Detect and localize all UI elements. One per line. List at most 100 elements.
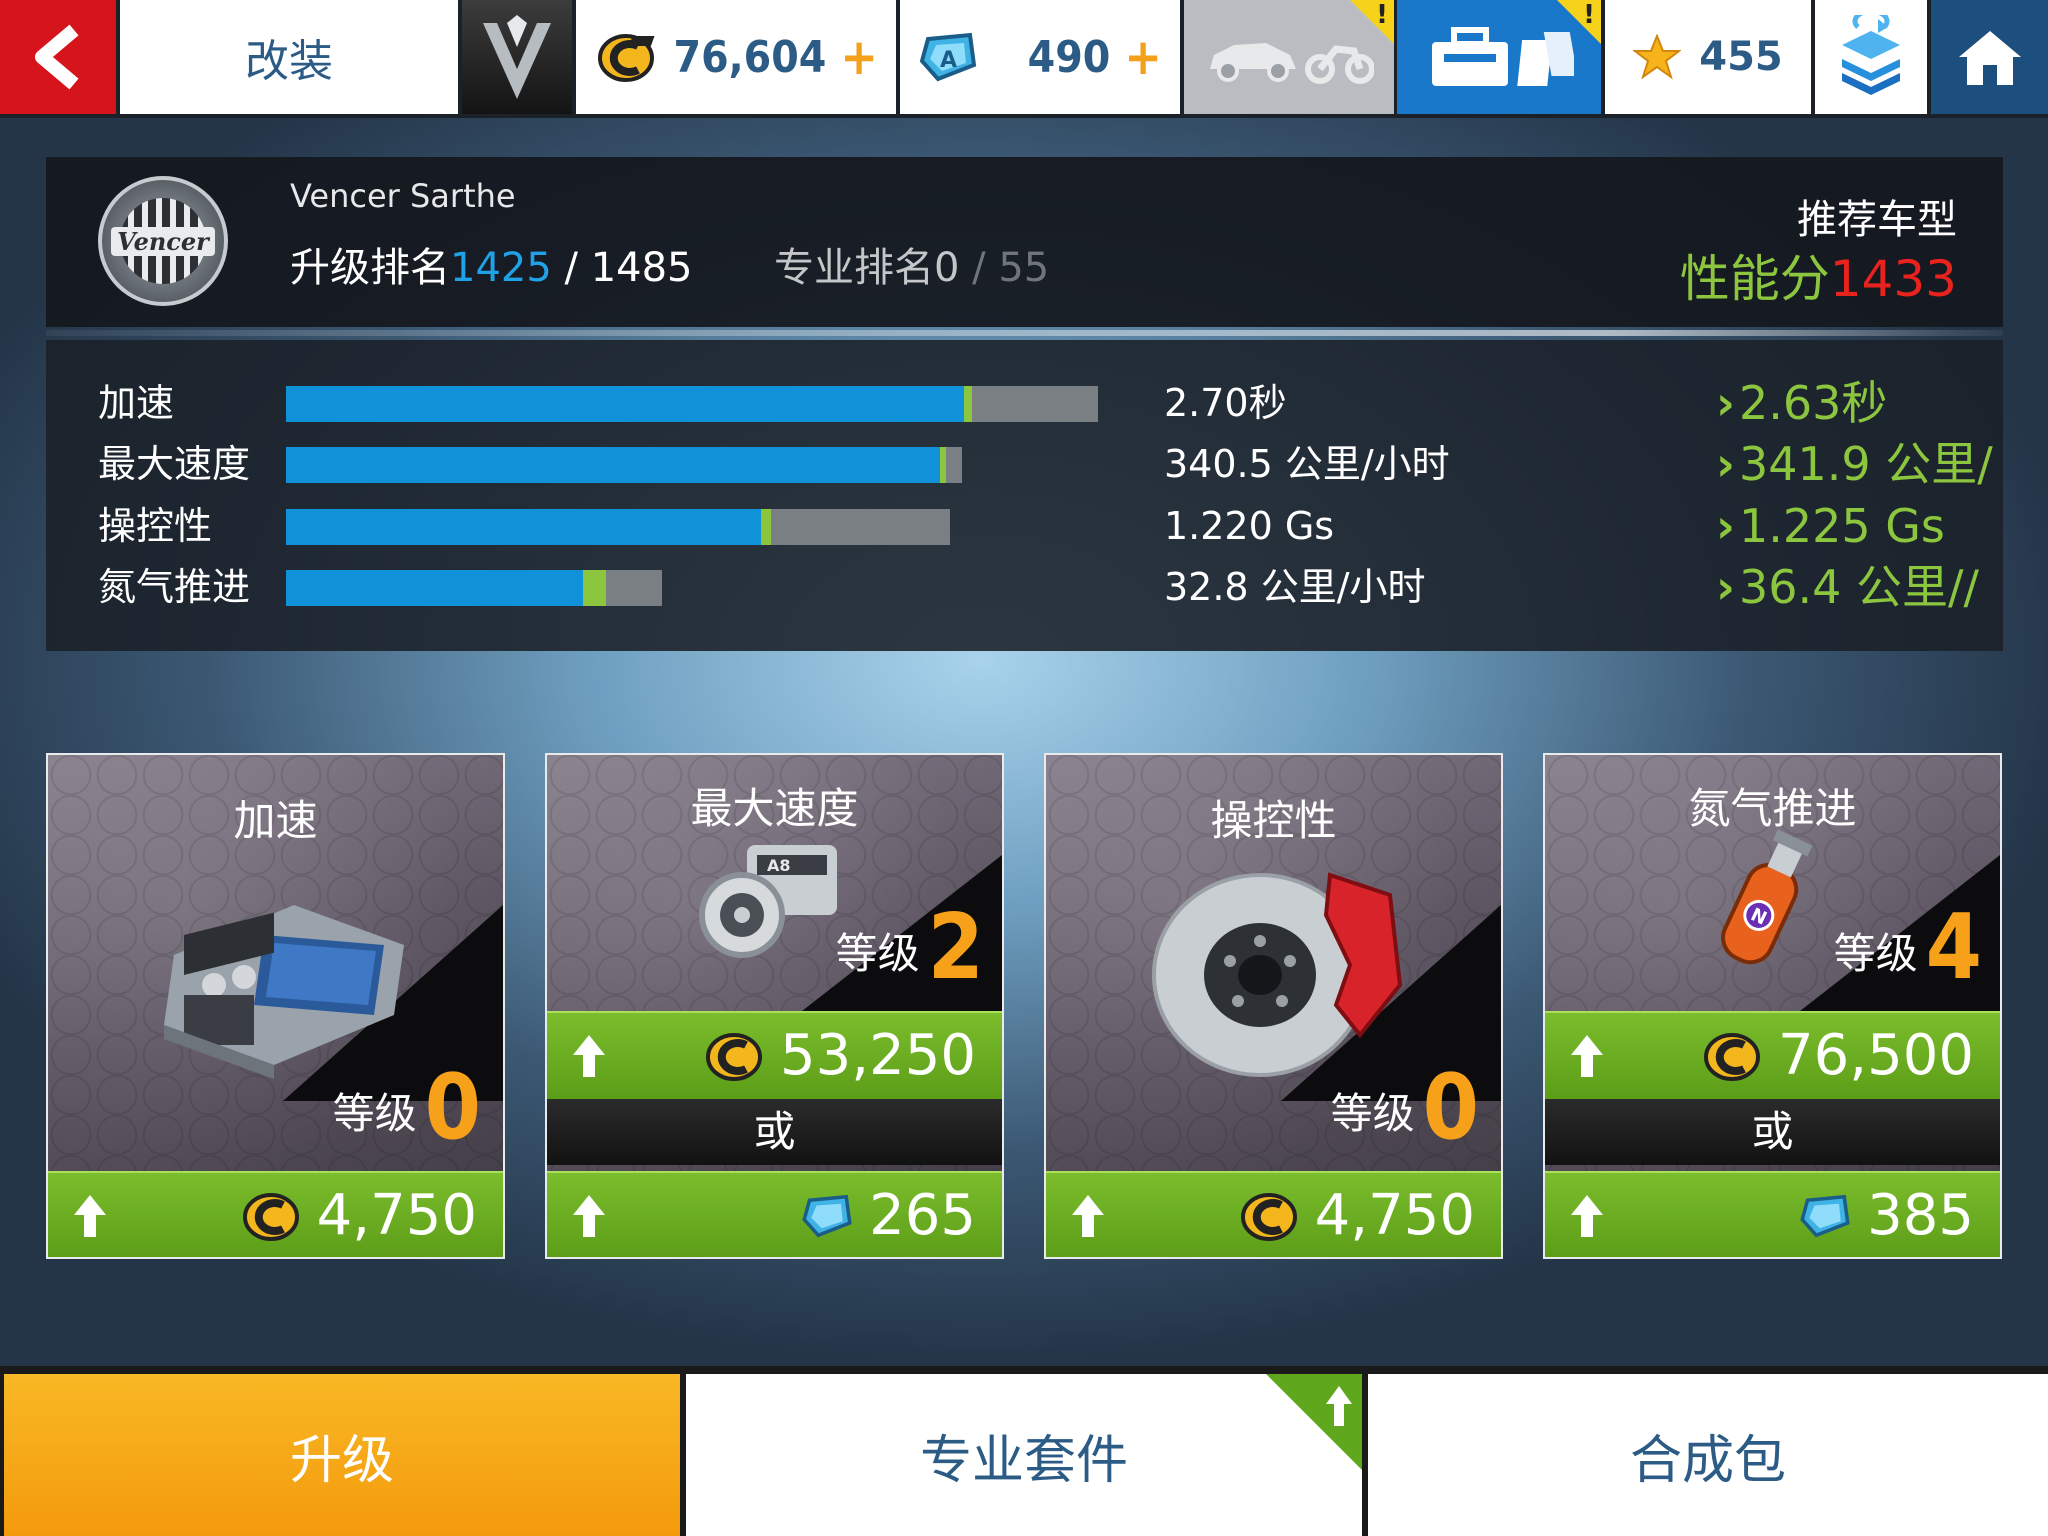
stat-bar: [286, 386, 1098, 422]
stat-row-acceleration: 加速 2.70秒 ›2.63秒: [46, 378, 2003, 428]
stat-label: 加速: [98, 381, 175, 425]
upgrade-arrow-icon: [1571, 1035, 1603, 1077]
brake-icon: [1152, 872, 1403, 1077]
stat-next-value: ›1.225 Gs: [1716, 501, 1945, 551]
stat-bar-fill: [286, 447, 941, 483]
stat-label: 最大速度: [98, 442, 251, 486]
upgrade-arrow-icon: [74, 1195, 106, 1237]
shop-button[interactable]: !: [1397, 0, 1601, 114]
bottom-tabs: 升级 专业套件 合成包: [0, 1366, 2048, 1536]
credit-price: 76,500: [1778, 1023, 1974, 1088]
upgrade-arrow-icon: [573, 1035, 605, 1077]
credit-price: 4,750: [316, 1183, 477, 1248]
upgrade-card-acceleration[interactable]: 加速 等级0 4,750: [46, 753, 505, 1259]
brand-badge-text: Vencer: [111, 226, 215, 256]
tokens-value: 490: [1027, 31, 1111, 83]
upgrade-card-top-speed[interactable]: 最大速度 A8 等级2 53,250 或 265: [545, 753, 1004, 1259]
credits-counter[interactable]: 76,604 +: [576, 0, 896, 114]
upgrade-rank-max: / 1485: [564, 245, 693, 291]
card-level: 等级0: [1330, 1055, 1479, 1160]
stat-row-top-speed: 最大速度 340.5 公里/小时 ›341.9 公里/: [46, 439, 2003, 489]
tab-pro-kits[interactable]: 专业套件: [686, 1374, 1362, 1536]
buy-tokens-button[interactable]: 385: [1545, 1171, 2000, 1257]
stat-bar-upgrade: [964, 386, 973, 422]
card-level: 等级2: [835, 895, 984, 1000]
upgrade-rank-value: 1425: [450, 245, 552, 291]
upgrade-arrow-icon: [1072, 1195, 1104, 1237]
card-title: 操控性: [1210, 796, 1337, 845]
stat-next-value: ›2.63秒: [1716, 378, 1888, 428]
car-name: Vencer Sarthe: [290, 177, 516, 215]
recommended-label: 推荐车型: [1797, 197, 1957, 243]
token-price: 385: [1867, 1183, 1974, 1248]
stat-bar-upgrade: [760, 509, 771, 545]
stat-bar-upgrade: [583, 570, 606, 606]
stat-bar: [286, 570, 662, 606]
garage-button[interactable]: !: [1184, 0, 1394, 114]
page-title: 改装: [120, 0, 458, 114]
token-icon: [1800, 1194, 1850, 1238]
svg-text:A: A: [940, 48, 957, 73]
performance-score: 性能分1433: [1680, 239, 1957, 311]
brand-logo-icon: Vencer: [98, 176, 228, 306]
rank-row: 升级排名1425 / 1485 专业排名0 / 55: [290, 235, 1049, 293]
stat-bar-fill: [286, 386, 965, 422]
credits-icon: [242, 1193, 299, 1241]
buy-credits-button[interactable]: 4,750: [48, 1171, 503, 1257]
card-title: 加速: [233, 796, 318, 845]
upgrade-card-nitro[interactable]: 氮气推进 N 等级4 76,500 或 385: [1543, 753, 2002, 1259]
token-icon: [802, 1194, 852, 1238]
upgrade-arrow-icon: [1571, 1195, 1603, 1237]
tab-upgrade[interactable]: 升级: [4, 1374, 680, 1536]
card-level: 等级0: [332, 1055, 481, 1160]
stat-value: 1.220 Gs: [1164, 504, 1335, 548]
back-arrow-icon: [35, 24, 79, 90]
stat-value: 2.70秒: [1164, 381, 1287, 425]
upgrade-card-handling[interactable]: 操控性 等级0 4,750: [1044, 753, 1503, 1259]
credits-value: 76,604: [673, 31, 827, 83]
stars-value: 455: [1699, 34, 1783, 80]
tab-packs[interactable]: 合成包: [1368, 1374, 2048, 1536]
buy-credits-button[interactable]: 53,250: [547, 1011, 1002, 1099]
stat-value: 32.8 公里/小时: [1164, 565, 1426, 609]
stat-row-nitro: 氮气推进 32.8 公里/小时 ›36.4 公里/∕: [46, 562, 2003, 612]
garage-alert-badge: !: [1350, 0, 1394, 44]
stat-bar: [286, 447, 962, 483]
token-price: 265: [869, 1183, 976, 1248]
stat-value: 340.5 公里/小时: [1164, 442, 1450, 486]
card-level: 等级4: [1833, 895, 1982, 1000]
tokens-counter[interactable]: A 490 +: [900, 0, 1180, 114]
performance-label: 性能分: [1679, 250, 1830, 308]
divider: [46, 330, 2003, 336]
credits-icon: [1240, 1193, 1297, 1241]
pro-rank-label: 专业排名: [773, 245, 934, 291]
shop-alert-badge: !: [1557, 0, 1601, 44]
stat-label: 氮气推进: [98, 565, 251, 609]
or-separator: 或: [1545, 1099, 2000, 1165]
credits-icon: [1704, 1033, 1761, 1081]
stat-bar-upgrade: [940, 447, 946, 483]
pro-rank-max: / 55: [972, 245, 1050, 291]
shop-icon: [1432, 27, 1574, 86]
sync-icon: [1842, 15, 1900, 95]
turbo-icon: A8: [699, 845, 837, 958]
top-bar: 改装 76,604 + A 490 + ! ! 455: [0, 0, 2048, 118]
home-icon: [1958, 31, 2021, 85]
sync-button[interactable]: [1815, 0, 1927, 114]
credit-price: 4,750: [1314, 1183, 1475, 1248]
buy-credits-button[interactable]: 76,500: [1545, 1011, 2000, 1099]
home-button[interactable]: [1931, 0, 2048, 114]
star-icon: [1633, 34, 1682, 80]
card-title: 最大速度: [690, 784, 859, 833]
back-button[interactable]: [0, 0, 116, 114]
tokens-plus-button[interactable]: +: [1124, 28, 1162, 86]
credit-price: 53,250: [780, 1023, 976, 1088]
stat-bar-fill: [286, 570, 584, 606]
buy-credits-button[interactable]: 4,750: [1046, 1171, 1501, 1257]
upgrade-rank-label: 升级排名: [290, 245, 450, 291]
or-separator: 或: [547, 1099, 1002, 1165]
stat-bar-fill: [286, 509, 761, 545]
credits-plus-button[interactable]: +: [840, 28, 878, 86]
stat-next-value: ›341.9 公里/: [1716, 439, 1993, 489]
buy-tokens-button[interactable]: 265: [547, 1171, 1002, 1257]
